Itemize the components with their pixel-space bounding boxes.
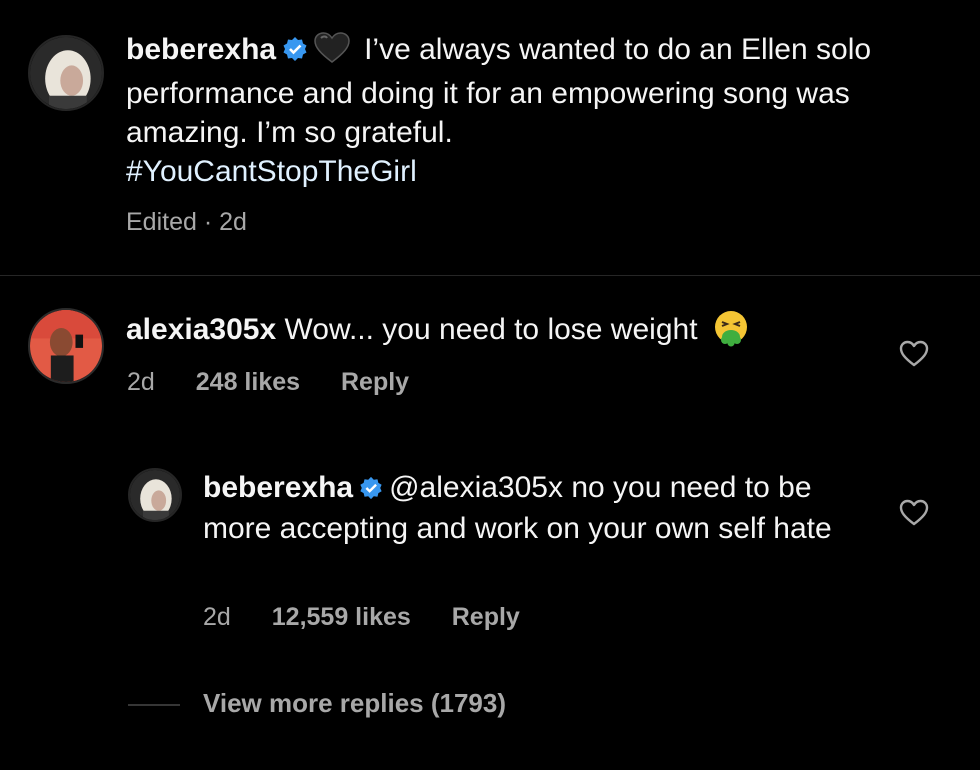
- reply-avatar[interactable]: [128, 468, 182, 522]
- comment-like-heart-icon[interactable]: [899, 340, 929, 373]
- comment-reply-button[interactable]: Reply: [341, 368, 409, 396]
- comment-time: 2d: [127, 368, 155, 396]
- comment-meta: 2d 248 likes Reply: [127, 368, 443, 397]
- view-more-line: [128, 704, 180, 706]
- comment-likes[interactable]: 248 likes: [196, 368, 300, 396]
- post-hashtag[interactable]: #YouCantStopTheGirl: [126, 155, 417, 188]
- verified-badge-icon: [359, 472, 383, 510]
- reply-reply-button[interactable]: Reply: [452, 603, 520, 631]
- post-edited-label: Edited · 2d: [126, 208, 247, 236]
- view-more-replies-button[interactable]: View more replies (1793): [203, 688, 506, 719]
- reply-meta: 2d 12,559 likes Reply: [203, 603, 554, 632]
- reply-username[interactable]: beberexha: [203, 471, 353, 504]
- comment-text: Wow... you need to lose weight: [284, 313, 698, 346]
- reply-like-heart-icon[interactable]: [899, 499, 929, 532]
- post-caption: beberexha I’ve always wanted to do an Ell…: [126, 30, 926, 191]
- comment-body: alexia305x Wow... you need to lose weigh…: [126, 309, 750, 357]
- reply-body: beberexha @alexia305x no you need to be m…: [203, 469, 853, 548]
- reply-mention[interactable]: @alexia305x: [389, 471, 563, 504]
- comment-avatar[interactable]: [28, 308, 104, 384]
- section-divider: [0, 275, 980, 276]
- comment-username[interactable]: alexia305x: [126, 313, 276, 346]
- black-heart-icon: [314, 32, 350, 74]
- post-username[interactable]: beberexha: [126, 33, 276, 66]
- reply-likes[interactable]: 12,559 likes: [272, 603, 411, 631]
- reply-time: 2d: [203, 603, 231, 631]
- verified-badge-icon: [282, 33, 308, 72]
- post-avatar[interactable]: [28, 35, 104, 111]
- nauseated-face-icon: [712, 309, 750, 357]
